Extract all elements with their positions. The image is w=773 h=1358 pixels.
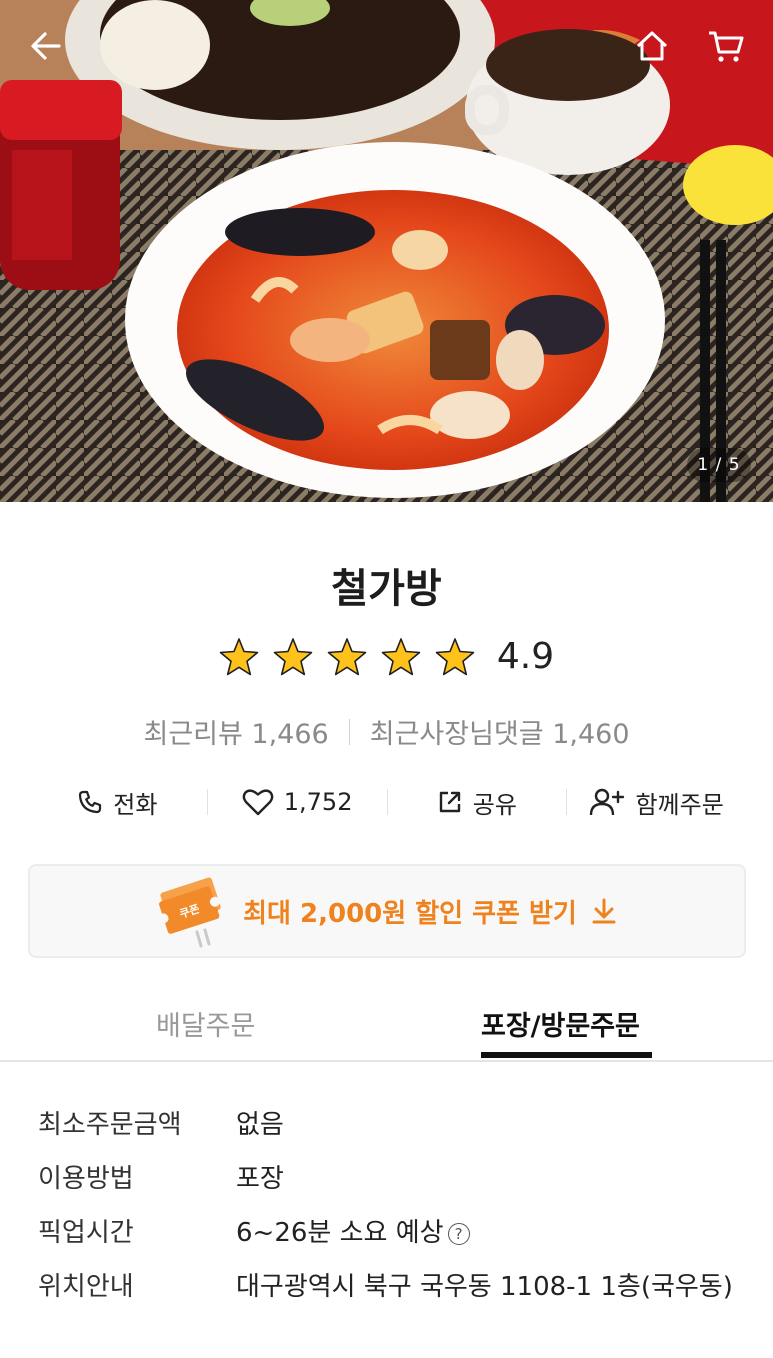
download-arrow-icon (592, 898, 616, 924)
owner-replies-link[interactable]: 최근사장님댓글 1,460 (370, 712, 630, 751)
heart-icon (242, 789, 274, 816)
share-icon (439, 791, 460, 813)
cart-icon (709, 31, 744, 62)
star-icon (273, 637, 313, 675)
food-photo (0, 0, 773, 502)
info-label: 픽업시간 (38, 1218, 134, 1248)
image-counter: 1 / 5 (687, 448, 751, 482)
tab-pickup[interactable]: 포장/방문주문 (481, 1004, 640, 1043)
coupon-ticket-icon: 쿠폰 (158, 877, 221, 948)
info-value: 6~26분 소요 예상 (236, 1218, 444, 1248)
rating-stars (219, 637, 475, 677)
store-photo-carousel[interactable]: 1 / 5 (0, 0, 773, 502)
like-count: 1,752 (283, 788, 353, 816)
store-name: 철가방 (331, 566, 442, 612)
call-button[interactable]: 전화 (28, 785, 207, 820)
rating-row: 4.9 (0, 636, 773, 677)
info-label: 이용방법 (38, 1164, 134, 1194)
review-summary: 최근리뷰 1,466 최근사장님댓글 1,460 (0, 712, 773, 751)
recent-reviews-link[interactable]: 최근리뷰 1,466 (143, 712, 328, 751)
tab-delivery[interactable]: 배달주문 (156, 1004, 255, 1043)
info-label: 최소주문금액 (38, 1110, 182, 1140)
home-icon (636, 31, 668, 61)
group-order-button[interactable]: 함께주문 (567, 785, 746, 820)
info-row-location: 위치안내 대구광역시 북구 국우동 1108-1 1층(국우동) (38, 1260, 738, 1314)
active-tab-indicator (481, 1052, 652, 1058)
info-row-min-order: 최소주문금액 없음 (38, 1098, 738, 1152)
star-icon (219, 637, 259, 675)
share-label: 공유 (472, 790, 517, 819)
arrow-left-icon (31, 32, 61, 60)
call-label: 전화 (113, 790, 158, 819)
home-button[interactable] (632, 26, 672, 66)
pickup-info: 최소주문금액 없음 이용방법 포장 픽업시간 6~26분 소요 예상? 위치안내… (38, 1098, 738, 1314)
info-label: 위치안내 (38, 1272, 134, 1302)
star-icon (435, 637, 475, 675)
rating-value: 4.9 (496, 636, 555, 677)
coupon-text: 최대 2,000원 할인 쿠폰 받기 (243, 898, 577, 929)
share-button[interactable]: 공유 (388, 785, 567, 820)
star-icon (327, 637, 367, 675)
star-icon (381, 637, 421, 675)
cart-button[interactable] (706, 26, 746, 66)
group-order-label: 함께주문 (635, 790, 724, 819)
info-row-pickup-time: 픽업시간 6~26분 소요 예상? (38, 1206, 738, 1260)
info-value: 포장 (236, 1164, 284, 1194)
info-value-wrap: 6~26분 소요 예상? (236, 1206, 738, 1260)
add-person-icon (590, 788, 625, 816)
phone-icon (79, 790, 102, 814)
divider (348, 718, 350, 745)
info-value: 대구광역시 북구 국우동 1108-1 1층(국우동) (236, 1272, 733, 1302)
coupon-download-button[interactable]: 쿠폰 최대 2,000원 할인 쿠폰 받기 (28, 864, 746, 958)
help-icon[interactable]: ? (447, 1222, 470, 1245)
like-button[interactable]: 1,752 (208, 788, 387, 816)
order-type-tabs: 배달주문 포장/방문주문 (0, 998, 773, 1062)
info-row-method: 이용방법 포장 (38, 1152, 738, 1206)
store-actions: 전화 1,752 공유 함께주문 (28, 780, 746, 824)
back-button[interactable] (26, 26, 66, 66)
info-value: 없음 (236, 1110, 284, 1140)
